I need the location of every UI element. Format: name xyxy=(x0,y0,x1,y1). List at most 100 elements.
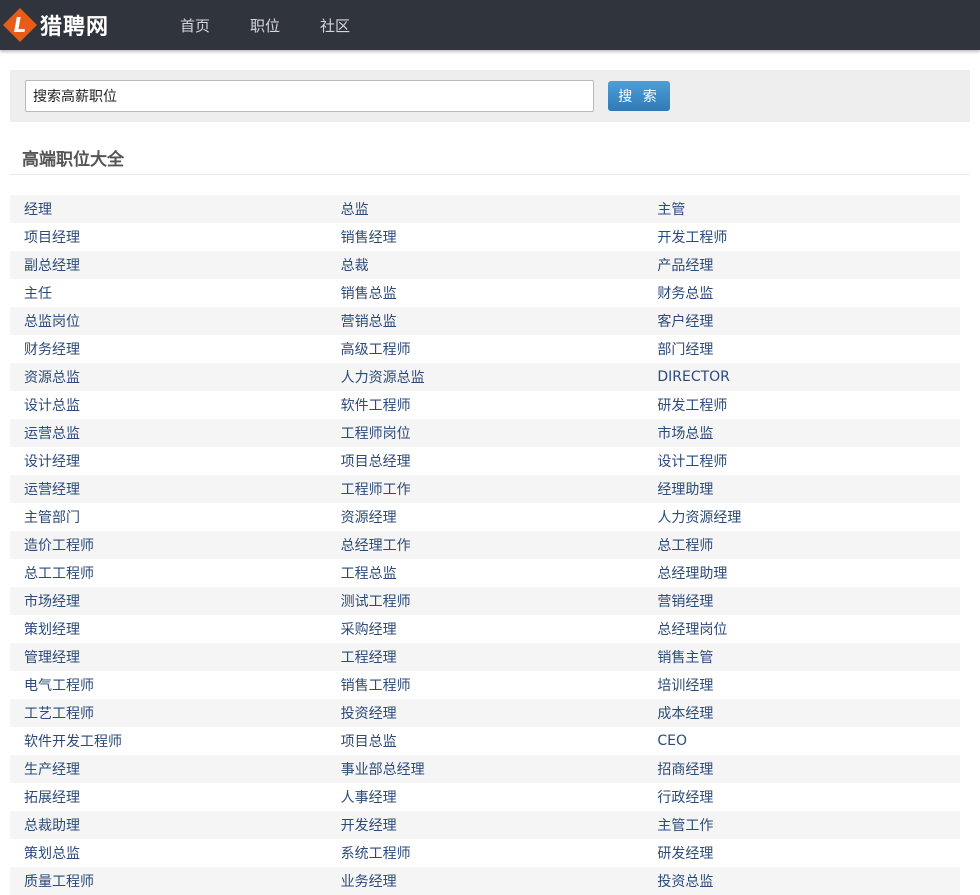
job-link[interactable]: 销售总监 xyxy=(327,283,644,303)
job-link[interactable]: 总工工程师 xyxy=(10,563,327,583)
job-link[interactable]: 主任 xyxy=(10,283,327,303)
job-link[interactable]: 营销总监 xyxy=(327,311,644,331)
divider xyxy=(10,174,970,175)
job-link[interactable]: 客户经理 xyxy=(643,311,960,331)
job-row: 市场经理 测试工程师 营销经理 xyxy=(10,587,960,615)
job-link[interactable]: 研发经理 xyxy=(643,843,960,863)
job-link[interactable]: DIRECTOR xyxy=(643,369,960,385)
job-link[interactable]: 工程师岗位 xyxy=(327,423,644,443)
job-row: 策划总监 系统工程师 研发经理 xyxy=(10,839,960,867)
job-link[interactable]: 项目经理 xyxy=(10,227,327,247)
job-link[interactable]: 资源经理 xyxy=(327,507,644,527)
job-link[interactable]: 投资经理 xyxy=(327,703,644,723)
job-link[interactable]: 部门经理 xyxy=(643,339,960,359)
job-link[interactable]: 运营总监 xyxy=(10,423,327,443)
job-link[interactable]: 策划总监 xyxy=(10,843,327,863)
job-link[interactable]: 运营经理 xyxy=(10,479,327,499)
job-link[interactable]: 总裁 xyxy=(327,255,644,275)
job-row: 主任 销售总监 财务总监 xyxy=(10,279,960,307)
job-link[interactable]: 工程总监 xyxy=(327,563,644,583)
job-link[interactable]: 销售工程师 xyxy=(327,675,644,695)
job-link[interactable]: 设计工程师 xyxy=(643,451,960,471)
job-link[interactable]: 总裁助理 xyxy=(10,815,327,835)
job-link[interactable]: 营销经理 xyxy=(643,591,960,611)
job-row: 生产经理 事业部总经理 招商经理 xyxy=(10,755,960,783)
job-link[interactable]: CEO xyxy=(643,733,960,749)
job-link[interactable]: 销售主管 xyxy=(643,647,960,667)
job-row: 拓展经理 人事经理 行政经理 xyxy=(10,783,960,811)
job-link[interactable]: 高级工程师 xyxy=(327,339,644,359)
job-link[interactable]: 总工程师 xyxy=(643,535,960,555)
search-button[interactable]: 搜 索 xyxy=(608,81,670,111)
job-row: 运营总监 工程师岗位 市场总监 xyxy=(10,419,960,447)
job-row: 主管部门 资源经理 人力资源经理 xyxy=(10,503,960,531)
job-row: 工艺工程师 投资经理 成本经理 xyxy=(10,699,960,727)
job-link[interactable]: 副总经理 xyxy=(10,255,327,275)
job-link[interactable]: 系统工程师 xyxy=(327,843,644,863)
nav-item-home[interactable]: 首页 xyxy=(180,15,210,36)
job-link[interactable]: 项目总监 xyxy=(327,731,644,751)
job-link[interactable]: 总监岗位 xyxy=(10,311,327,331)
job-row: 项目经理 销售经理 开发工程师 xyxy=(10,223,960,251)
job-link[interactable]: 生产经理 xyxy=(10,759,327,779)
job-link[interactable]: 业务经理 xyxy=(327,871,644,891)
job-row: 财务经理 高级工程师 部门经理 xyxy=(10,335,960,363)
job-link[interactable]: 采购经理 xyxy=(327,619,644,639)
job-link[interactable]: 设计经理 xyxy=(10,451,327,471)
job-link[interactable]: 拓展经理 xyxy=(10,787,327,807)
job-link[interactable]: 人力资源总监 xyxy=(327,367,644,387)
job-link[interactable]: 总经理工作 xyxy=(327,535,644,555)
job-link[interactable]: 项目总经理 xyxy=(327,451,644,471)
job-link[interactable]: 测试工程师 xyxy=(327,591,644,611)
job-link[interactable]: 管理经理 xyxy=(10,647,327,667)
nav-item-jobs[interactable]: 职位 xyxy=(250,15,280,36)
job-link[interactable]: 电气工程师 xyxy=(10,675,327,695)
job-link[interactable]: 人事经理 xyxy=(327,787,644,807)
site-logo[interactable]: L 猎聘网 xyxy=(2,7,109,43)
job-link[interactable]: 主管 xyxy=(643,199,960,219)
job-row: 副总经理 总裁 产品经理 xyxy=(10,251,960,279)
job-link[interactable]: 策划经理 xyxy=(10,619,327,639)
job-link[interactable]: 总监 xyxy=(327,199,644,219)
job-link[interactable]: 产品经理 xyxy=(643,255,960,275)
job-link[interactable]: 开发经理 xyxy=(327,815,644,835)
job-link[interactable]: 财务经理 xyxy=(10,339,327,359)
nav-item-community[interactable]: 社区 xyxy=(320,15,350,36)
job-link[interactable]: 总经理助理 xyxy=(643,563,960,583)
job-link[interactable]: 主管工作 xyxy=(643,815,960,835)
job-link[interactable]: 工程经理 xyxy=(327,647,644,667)
job-row: 运营经理 工程师工作 经理助理 xyxy=(10,475,960,503)
job-link[interactable]: 经理助理 xyxy=(643,479,960,499)
job-link[interactable]: 造价工程师 xyxy=(10,535,327,555)
job-link[interactable]: 开发工程师 xyxy=(643,227,960,247)
job-link[interactable]: 质量工程师 xyxy=(10,871,327,891)
job-link[interactable]: 销售经理 xyxy=(327,227,644,247)
job-link[interactable]: 工程师工作 xyxy=(327,479,644,499)
job-link[interactable]: 研发工程师 xyxy=(643,395,960,415)
job-link[interactable]: 投资总监 xyxy=(643,871,960,891)
job-link[interactable]: 主管部门 xyxy=(10,507,327,527)
job-link[interactable]: 总经理岗位 xyxy=(643,619,960,639)
job-link[interactable]: 设计总监 xyxy=(10,395,327,415)
job-link[interactable]: 事业部总经理 xyxy=(327,759,644,779)
job-link[interactable]: 市场总监 xyxy=(643,423,960,443)
job-link[interactable]: 财务总监 xyxy=(643,283,960,303)
main-nav: 首页 职位 社区 xyxy=(180,0,390,50)
logo-letter: L xyxy=(14,13,27,37)
section-title: 高端职位大全 xyxy=(22,150,124,170)
job-link[interactable]: 资源总监 xyxy=(10,367,327,387)
job-link[interactable]: 行政经理 xyxy=(643,787,960,807)
job-link[interactable]: 成本经理 xyxy=(643,703,960,723)
job-link[interactable]: 工艺工程师 xyxy=(10,703,327,723)
job-link[interactable]: 软件工程师 xyxy=(327,395,644,415)
job-row: 总工工程师 工程总监 总经理助理 xyxy=(10,559,960,587)
job-link[interactable]: 经理 xyxy=(10,199,327,219)
job-link[interactable]: 招商经理 xyxy=(643,759,960,779)
search-input[interactable] xyxy=(25,80,594,112)
job-link[interactable]: 市场经理 xyxy=(10,591,327,611)
job-link[interactable]: 人力资源经理 xyxy=(643,507,960,527)
job-link[interactable]: 软件开发工程师 xyxy=(10,731,327,751)
job-row: 策划经理 采购经理 总经理岗位 xyxy=(10,615,960,643)
job-link[interactable]: 培训经理 xyxy=(643,675,960,695)
job-row: 造价工程师 总经理工作 总工程师 xyxy=(10,531,960,559)
